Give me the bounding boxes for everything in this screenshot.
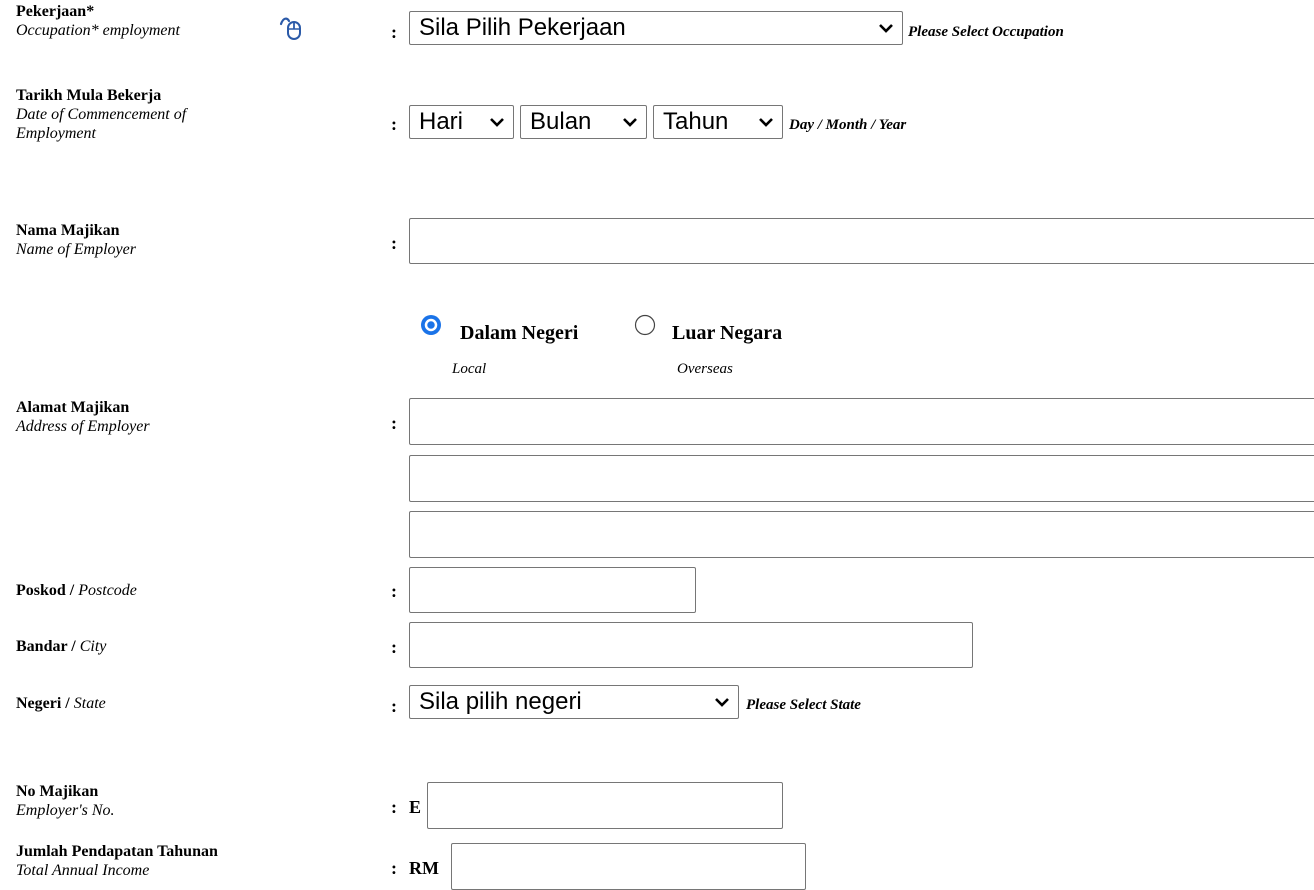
chevron-down-icon [759,118,773,127]
commencement-label: Tarikh Mula Bekerja Date of Commencement… [16,86,186,143]
commencement-label-ms: Tarikh Mula Bekerja [16,87,162,104]
annual-income-prefix: RM [409,858,439,878]
radio-local[interactable] [420,314,442,336]
occupation-select-value: Sila Pilih Pekerjaan [419,14,626,41]
employer-name-label-en: Name of Employer [16,241,136,258]
annual-income-colon: : [391,858,397,878]
occupation-hint: Please Select Occupation [908,24,1064,40]
city-label: Bandar / City [16,637,106,656]
state-hint: Please Select State [746,697,861,713]
employer-address-label-en: Address of Employer [16,418,150,435]
annual-income-label: Jumlah Pendapatan Tahunan Total Annual I… [16,842,218,880]
city-colon: : [391,637,397,657]
postcode-label: Poskod / Postcode [16,581,137,600]
mouse-pointer-icon[interactable] [279,12,305,42]
month-select[interactable]: Bulan [520,105,647,139]
employer-name-input[interactable] [409,218,1314,264]
employer-name-label: Nama Majikan Name of Employer [16,221,136,259]
city-label-en: City [79,638,107,655]
occupation-label: Pekerjaan* Occupation* employment [16,2,180,40]
employer-address-label-ms: Alamat Majikan [16,399,130,416]
radio-overseas-label: Luar Negara [672,322,783,344]
city-label-ms: Bandar / [16,638,76,655]
postcode-colon: : [391,581,397,601]
radio-overseas-sub: Overseas [677,361,733,377]
annual-income-label-en: Total Annual Income [16,862,150,879]
postcode-label-ms: Poskod / [16,582,75,599]
state-label: Negeri / State [16,694,106,713]
annual-income-input[interactable] [451,843,806,890]
day-select-value: Hari [419,108,464,135]
employer-no-input[interactable] [427,782,783,829]
radio-local-label: Dalam Negeri [460,322,579,344]
employer-no-label-en: Employer's No. [16,802,115,819]
chevron-down-icon [715,698,729,707]
state-label-en: State [73,695,106,712]
month-select-value: Bulan [530,108,592,135]
state-colon: : [391,696,397,716]
employer-no-label: No Majikan Employer's No. [16,782,115,820]
state-select[interactable]: Sila pilih negeri [409,685,739,719]
employer-name-colon: : [391,233,397,253]
chevron-down-icon [623,118,637,127]
employer-no-colon: : [391,797,397,817]
occupation-label-en: Occupation* employment [16,22,180,39]
city-input[interactable] [409,622,973,668]
employer-name-label-ms: Nama Majikan [16,222,120,239]
employer-address-line2[interactable] [409,455,1314,502]
occupation-colon: : [391,22,397,42]
employer-address-line1[interactable] [409,398,1314,445]
annual-income-label-ms: Jumlah Pendapatan Tahunan [16,843,218,860]
commencement-label-en-1: Date of Commencement of [16,106,187,123]
state-select-value: Sila pilih negeri [419,688,582,715]
postcode-input[interactable] [409,567,696,613]
occupation-label-ms: Pekerjaan* [16,3,95,20]
employer-address-label: Alamat Majikan Address of Employer [16,398,150,436]
employer-no-prefix: E [409,797,422,817]
year-select-value: Tahun [663,108,729,135]
chevron-down-icon [490,118,504,127]
radio-local-sub: Local [452,361,487,377]
chevron-down-icon [879,24,893,33]
commencement-label-en-2: Employment [16,125,96,142]
employer-address-line3[interactable] [409,511,1314,558]
commencement-hint: Day / Month / Year [789,117,907,133]
occupation-select[interactable]: Sila Pilih Pekerjaan [409,11,903,45]
employer-address-colon: : [391,413,397,433]
commencement-colon: : [391,114,397,134]
state-label-ms: Negeri / [16,695,70,712]
year-select[interactable]: Tahun [653,105,783,139]
employer-no-label-ms: No Majikan [16,783,99,800]
postcode-label-en: Postcode [78,582,137,599]
day-select[interactable]: Hari [409,105,514,139]
radio-overseas[interactable] [634,314,656,336]
